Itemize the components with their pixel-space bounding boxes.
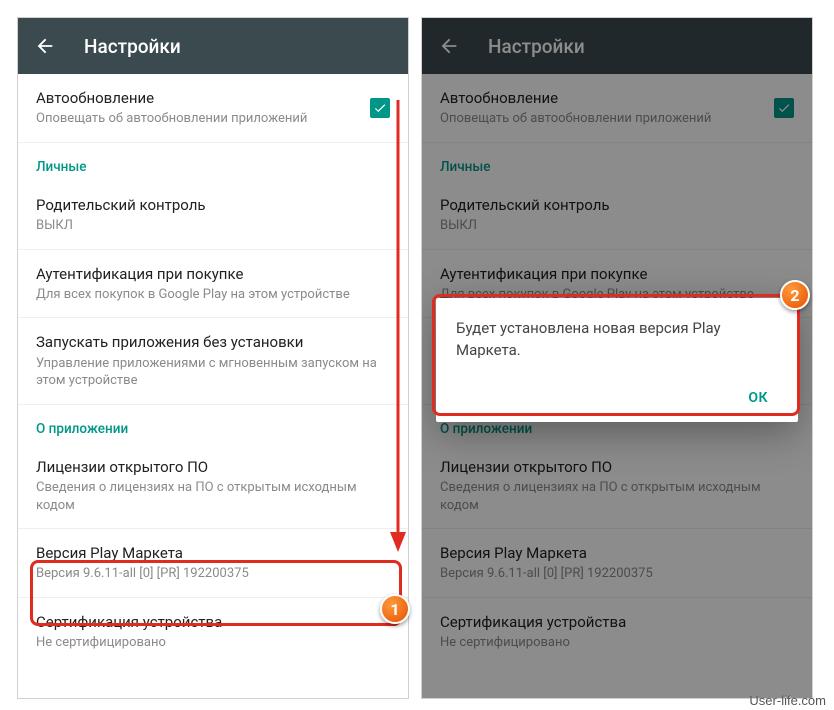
settings-list: Автообновление Оповещать об автообновлен… (18, 74, 408, 698)
row-purchase-auth[interactable]: Аутентификация при покупке Для всех поку… (18, 250, 408, 319)
appbar: Настройки (422, 18, 812, 74)
row-subtitle: ВЫКЛ (36, 217, 390, 235)
row-subtitle: Версия 9.6.11-all [0] [PR] 192200375 (36, 565, 390, 583)
row-open-source-licenses[interactable]: Лицензии открытого ПО Сведения о лицензи… (18, 443, 408, 529)
row-title: Автообновление (36, 88, 390, 108)
row-parental-control[interactable]: Родительский контроль ВЫКЛ (18, 181, 408, 250)
checkbox-icon[interactable] (370, 98, 390, 118)
back-icon[interactable] (34, 35, 56, 57)
row-title: Версия Play Маркета (440, 543, 794, 563)
row-play-store-version[interactable]: Версия Play Маркета Версия 9.6.11-all [0… (18, 529, 408, 598)
back-icon[interactable] (438, 35, 460, 57)
dialog-ok-button[interactable]: ОК (738, 382, 778, 414)
row-title: Родительский контроль (440, 195, 794, 215)
dialog-actions: ОК (456, 382, 778, 414)
row-subtitle: Управление приложениями с мгновенным зап… (36, 355, 390, 390)
row-title: Запускать приложения без установки (36, 332, 390, 352)
row-title: Автообновление (440, 88, 794, 108)
row-instant-apps[interactable]: Запускать приложения без установки Управ… (18, 318, 408, 404)
row-subtitle: Оповещать об автообновлении приложений (36, 110, 390, 128)
row-title: Лицензии открытого ПО (36, 457, 390, 477)
watermark: User-life.com (749, 693, 826, 708)
section-personal: Личные (18, 143, 408, 181)
row-subtitle: ВЫКЛ (440, 217, 794, 235)
row-subtitle: Для всех покупок в Google Play на этом у… (36, 286, 390, 304)
row-parental-control[interactable]: Родительский контроль ВЫКЛ (422, 181, 812, 250)
row-auto-update[interactable]: Автообновление Оповещать об автообновлен… (18, 74, 408, 143)
row-subtitle: Версия 9.6.11-all [0] [PR] 192200375 (440, 565, 794, 583)
section-personal: Личные (422, 143, 812, 181)
row-subtitle: Сведения о лицензиях на ПО с открытым ис… (440, 479, 794, 514)
row-title: Сертификация устройства (36, 612, 390, 632)
phone-right: Настройки Автообновление Оповещать об ав… (422, 18, 812, 698)
update-dialog: Будет установлена новая версия Play Марк… (436, 298, 798, 422)
row-open-source-licenses[interactable]: Лицензии открытого ПО Сведения о лицензи… (422, 443, 812, 529)
row-subtitle: Не сертифицировано (36, 634, 390, 652)
checkbox-icon[interactable] (774, 98, 794, 118)
row-subtitle: Сведения о лицензиях на ПО с открытым ис… (36, 479, 390, 514)
section-about: О приложении (18, 405, 408, 443)
row-auto-update[interactable]: Автообновление Оповещать об автообновлен… (422, 74, 812, 143)
dialog-message: Будет установлена новая версия Play Марк… (456, 318, 778, 362)
page-title: Настройки (84, 35, 181, 58)
row-title: Родительский контроль (36, 195, 390, 215)
page-title: Настройки (488, 35, 585, 58)
row-title: Аутентификация при покупке (440, 264, 794, 284)
row-title: Сертификация устройства (440, 612, 794, 632)
row-title: Версия Play Маркета (36, 543, 390, 563)
row-title: Лицензии открытого ПО (440, 457, 794, 477)
row-subtitle: Не сертифицировано (440, 634, 794, 652)
row-subtitle: Оповещать об автообновлении приложений (440, 110, 794, 128)
row-play-store-version[interactable]: Версия Play Маркета Версия 9.6.11-all [0… (422, 529, 812, 598)
appbar: Настройки (18, 18, 408, 74)
row-device-certification[interactable]: Сертификация устройства Не сертифицирова… (18, 598, 408, 666)
phone-left: Настройки Автообновление Оповещать об ав… (18, 18, 408, 698)
row-device-certification[interactable]: Сертификация устройства Не сертифицирова… (422, 598, 812, 666)
row-title: Аутентификация при покупке (36, 264, 390, 284)
